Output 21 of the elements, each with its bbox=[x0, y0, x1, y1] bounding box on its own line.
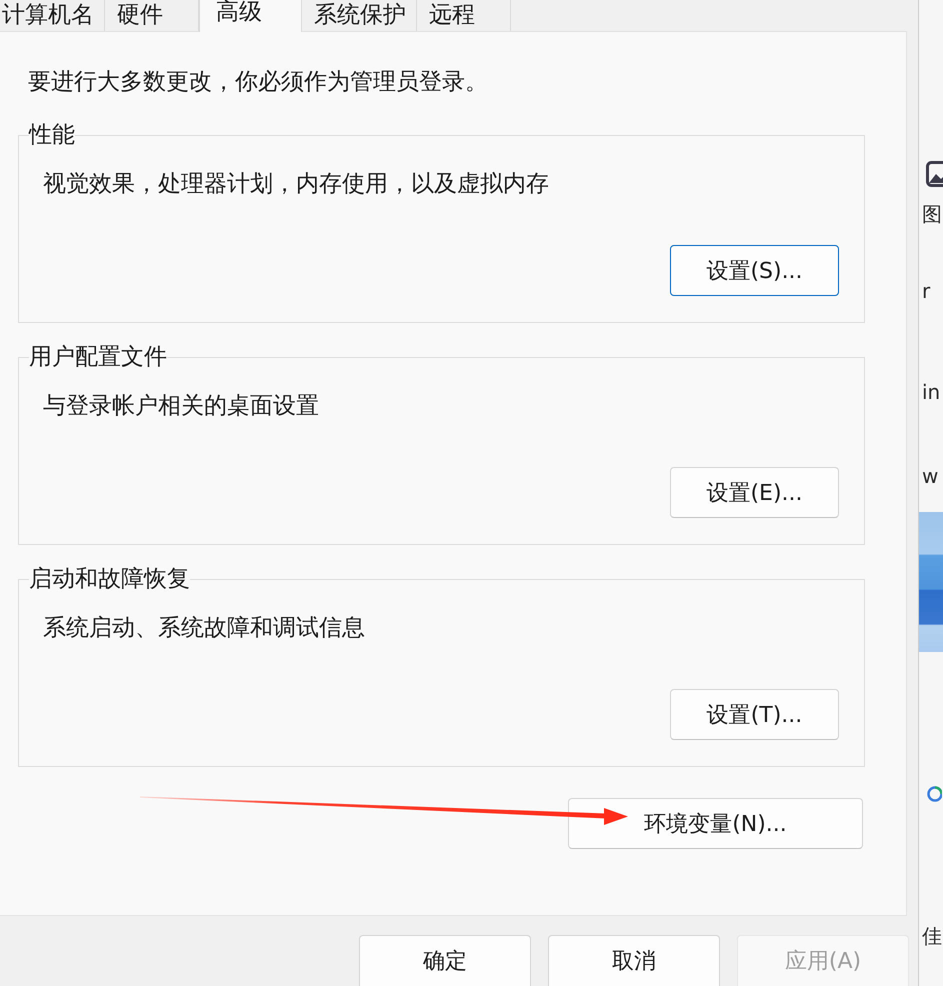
group-description: 与登录帐户相关的桌面设置 bbox=[43, 392, 320, 421]
settings-button[interactable]: 设置(T)... bbox=[670, 689, 839, 740]
window-text: w bbox=[921, 463, 938, 490]
group-title: 性能 bbox=[29, 122, 75, 148]
ok-button[interactable]: 确定 bbox=[359, 935, 531, 986]
settings-button[interactable]: 设置(E)... bbox=[670, 467, 839, 518]
group-description: 系统启动、系统故障和调试信息 bbox=[43, 614, 366, 643]
environment-variables-button[interactable]: 环境变量(N)... bbox=[568, 798, 863, 849]
ring-icon bbox=[926, 784, 942, 804]
window-text: 图 bbox=[921, 201, 942, 228]
group-description: 视觉效果，处理器计划，内存使用，以及虚拟内存 bbox=[43, 170, 550, 199]
window-text: 佳 bbox=[921, 923, 942, 950]
group-title: 用户配置文件 bbox=[29, 344, 167, 370]
window-text: r bbox=[921, 278, 930, 305]
admin-notice: 要进行大多数更改，你必须作为管理员登录。 bbox=[28, 68, 489, 97]
window-text: in bbox=[921, 379, 940, 406]
settings-button[interactable]: 设置(S)... bbox=[670, 245, 839, 296]
tab[interactable]: 计算机名 bbox=[0, 0, 105, 31]
cancel-button[interactable]: 取消 bbox=[548, 935, 720, 986]
group-title: 启动和故障恢复 bbox=[29, 566, 190, 592]
picture-icon bbox=[926, 161, 943, 187]
